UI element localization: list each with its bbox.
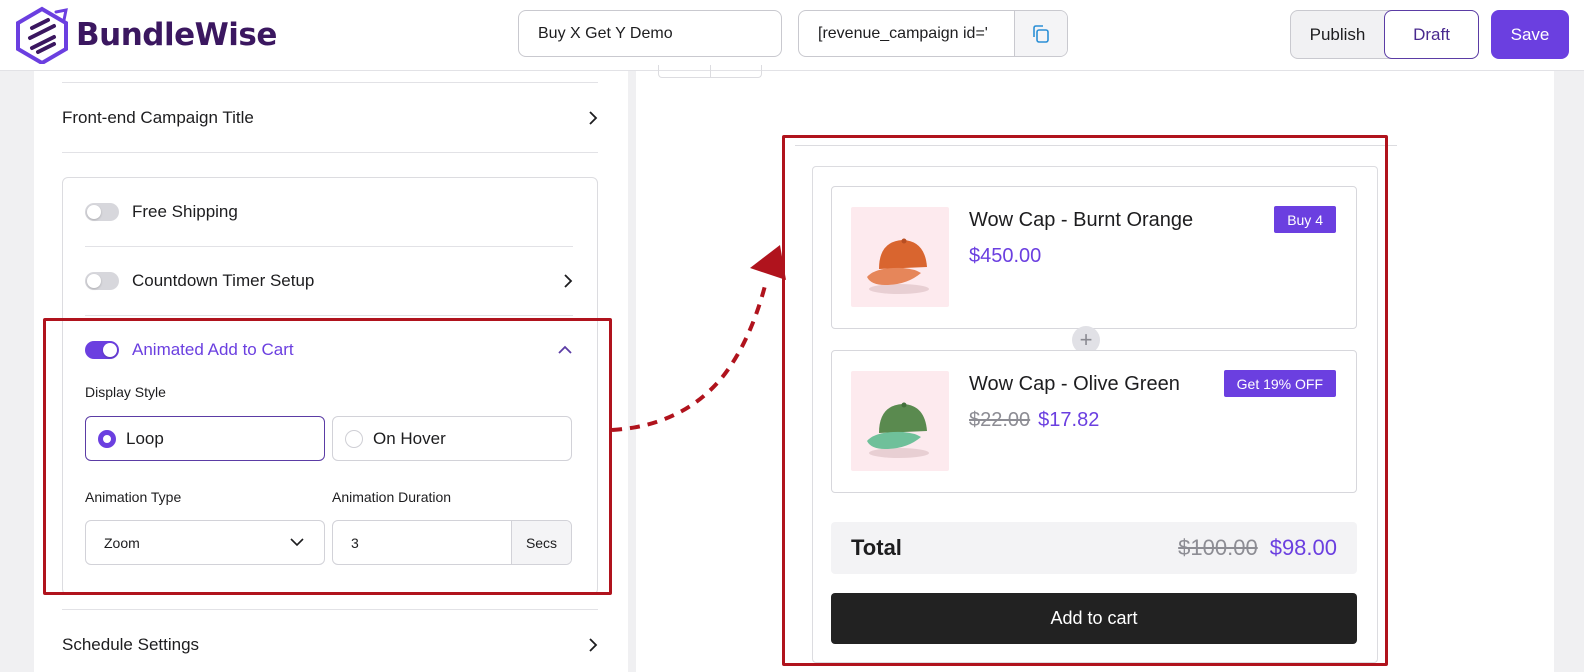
product-card: Wow Cap - Olive Green $22.00 $17.82 Get 1…: [831, 350, 1357, 493]
device-tab-stub[interactable]: [658, 65, 762, 78]
total-row: Total $100.00 $98.00: [831, 522, 1357, 574]
product-card: Wow Cap - Burnt Orange $450.00 Buy 4: [831, 186, 1357, 329]
total-label: Total: [851, 535, 902, 560]
divider: [85, 246, 573, 247]
radio-on-hover[interactable]: [345, 429, 363, 448]
schedule-label: Schedule Settings: [62, 635, 200, 654]
frontend-title-label: Front-end Campaign Title: [62, 108, 254, 127]
shortcode-field: [revenue_campaign id=': [798, 10, 1068, 57]
free-shipping-toggle[interactable]: [85, 203, 119, 221]
radio-loop[interactable]: [98, 429, 116, 448]
status-toggle: Publish Draft: [1290, 10, 1479, 59]
offer-badge: Get 19% OFF: [1223, 370, 1336, 397]
chevron-up-icon[interactable]: [557, 345, 573, 355]
frontend-title-row[interactable]: Front-end Campaign Title: [62, 107, 598, 129]
divider: [62, 82, 598, 83]
logo-text: BundleWise: [76, 17, 277, 53]
divider: [62, 152, 598, 153]
copy-shortcode-button[interactable]: [1015, 11, 1067, 56]
publish-button[interactable]: Publish: [1291, 11, 1384, 58]
animation-duration-value[interactable]: 3: [333, 521, 511, 564]
settings-panel: Front-end Campaign Title Free Shipping C…: [34, 71, 628, 672]
product-image: [851, 371, 949, 471]
animation-duration-field[interactable]: 3 Secs: [332, 520, 572, 565]
top-header: BundleWise [revenue_campaign id=' Publis…: [0, 0, 1584, 71]
total-prices: $100.00 $98.00: [1178, 535, 1337, 561]
chevron-right-icon: [564, 274, 573, 288]
schedule-row[interactable]: Schedule Settings: [62, 634, 598, 656]
total-new-price: $98.00: [1269, 535, 1337, 560]
copy-icon: [1033, 24, 1049, 43]
option-loop[interactable]: Loop: [85, 416, 325, 461]
option-loop-label: Loop: [126, 428, 164, 448]
offer-badge: Buy 4: [1274, 206, 1336, 233]
save-button[interactable]: Save: [1491, 10, 1569, 59]
cap-image-icon: [867, 402, 929, 458]
animation-type-label: Animation Type: [85, 489, 182, 505]
draft-button[interactable]: Draft: [1384, 10, 1479, 59]
animated-cart-row[interactable]: Animated Add to Cart: [85, 339, 573, 361]
cap-image-icon: [867, 238, 929, 294]
divider: [62, 609, 598, 610]
product-image: [851, 207, 949, 307]
option-on-hover[interactable]: On Hover: [332, 416, 572, 461]
animation-type-select[interactable]: Zoom: [85, 520, 325, 565]
duration-unit: Secs: [511, 521, 571, 564]
shortcode-text[interactable]: [revenue_campaign id=': [799, 11, 1015, 56]
add-to-cart-button[interactable]: Add to cart: [831, 593, 1357, 644]
animation-type-value: Zoom: [104, 534, 140, 551]
product-name: Wow Cap - Burnt Orange: [969, 209, 1194, 231]
animated-cart-toggle[interactable]: [85, 341, 119, 359]
product-price-row: $22.00 $17.82: [969, 409, 1099, 432]
bundlewise-logo-icon: [16, 6, 68, 64]
chevron-right-icon: [589, 638, 598, 652]
logo: BundleWise: [14, 6, 277, 64]
countdown-toggle[interactable]: [85, 272, 119, 290]
features-card: Free Shipping Countdown Timer Setup Anim…: [62, 177, 598, 595]
option-on-hover-label: On Hover: [373, 428, 446, 448]
animation-duration-label: Animation Duration: [332, 489, 452, 505]
product-price: $17.82: [1038, 409, 1100, 431]
countdown-label: Countdown Timer Setup: [132, 271, 315, 290]
chevron-right-icon: [589, 111, 598, 125]
countdown-row[interactable]: Countdown Timer Setup: [85, 270, 573, 292]
animated-cart-label: Animated Add to Cart: [132, 340, 294, 359]
total-old-price: $100.00: [1178, 535, 1258, 560]
divider: [85, 315, 573, 316]
product-old-price: $22.00: [969, 409, 1031, 431]
product-price: $450.00: [969, 245, 1042, 267]
chevron-down-icon: [290, 538, 304, 547]
display-style-label: Display Style: [85, 384, 166, 400]
free-shipping-row[interactable]: Free Shipping: [85, 201, 573, 223]
product-name: Wow Cap - Olive Green: [969, 373, 1180, 395]
free-shipping-label: Free Shipping: [132, 202, 238, 221]
campaign-title-input[interactable]: [518, 10, 782, 57]
